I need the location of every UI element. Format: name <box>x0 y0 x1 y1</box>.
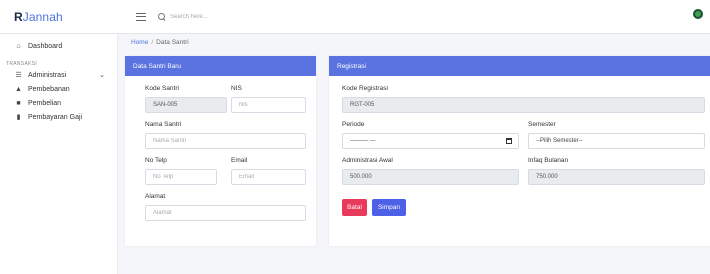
administrasi-awal-field: 500.000 <box>342 169 519 185</box>
sidebar: ⌂ Dashboard TRANSAKSI ☰ Administrasi ⌄ ▲… <box>0 34 118 274</box>
breadcrumb-home[interactable]: Home <box>131 39 148 46</box>
breadcrumb-separator: / <box>151 39 154 46</box>
kode-registrasi-field: RGT-005 <box>342 97 705 113</box>
search-bar <box>158 12 290 21</box>
save-button[interactable]: Simpan <box>372 199 406 216</box>
registrasi-form-card: Registrasi Kode Registrasi RGT-005 Perio… <box>329 56 710 246</box>
sidebar-item-pembayaran-gaji[interactable]: ▮ Pembayaran Gaji <box>0 110 117 124</box>
calendar-icon[interactable] <box>506 138 512 144</box>
kode-santri-label: Kode Santri <box>145 85 179 92</box>
kode-santri-field: SAN-005 <box>145 97 227 113</box>
sidebar-item-label: Dashboard <box>28 42 63 50</box>
ship-icon: ▲ <box>15 85 22 93</box>
email-input[interactable] <box>231 169 306 185</box>
sidebar-item-label: Pembebanan <box>28 85 70 93</box>
breadcrumb: Home / Data Santri <box>131 39 189 46</box>
sidebar-item-pembelian[interactable]: ■ Pembelian <box>0 96 117 110</box>
infaq-bulanan-field: 750.000 <box>528 169 705 185</box>
administrasi-awal-label: Administrasi Awal <box>342 157 393 164</box>
nis-label: NIS <box>231 85 242 92</box>
email-label: Email <box>231 157 248 164</box>
sidebar-item-dashboard[interactable]: ⌂ Dashboard <box>0 39 117 53</box>
periode-label: Periode <box>342 121 365 128</box>
semester-label: Semester <box>528 121 556 128</box>
nama-santri-input[interactable] <box>145 133 306 149</box>
chevron-down-icon[interactable]: ⌄ <box>99 71 105 79</box>
brand-logo[interactable]: RJannah <box>0 10 118 24</box>
sidebar-heading: TRANSAKSI <box>6 61 38 67</box>
santri-form-card: Data Santri Baru Kode Santri SAN-005 NIS… <box>125 56 316 246</box>
top-navbar: RJannah <box>0 0 710 34</box>
periode-date-input[interactable]: ——— — <box>342 133 519 149</box>
no-telp-label: No Telp <box>145 157 167 164</box>
search-icon[interactable] <box>158 12 166 21</box>
breadcrumb-current: Data Santri <box>156 39 189 46</box>
search-input[interactable] <box>170 13 290 20</box>
sidebar-item-label: Pembayaran Gaji <box>28 113 83 121</box>
periode-value: ——— — <box>350 138 376 144</box>
truck-icon: ■ <box>16 99 21 107</box>
list-icon: ☰ <box>15 72 22 79</box>
semester-select[interactable]: --Pilih Semester-- <box>528 133 705 149</box>
nama-santri-label: Nama Santri <box>145 121 182 128</box>
sidebar-item-label: Administrasi <box>28 71 67 79</box>
user-avatar[interactable] <box>693 9 703 19</box>
infaq-bulanan-label: Infaq Bulanan <box>528 157 569 164</box>
alamat-input[interactable] <box>145 205 306 221</box>
menu-toggle-icon[interactable] <box>136 12 146 21</box>
brand-name: Jannah <box>22 9 63 24</box>
nis-input[interactable] <box>231 97 306 113</box>
kode-registrasi-label: Kode Registrasi <box>342 85 388 92</box>
brand-initial: R <box>14 9 23 24</box>
card-title: Registrasi <box>329 56 710 76</box>
cancel-button[interactable]: Batal <box>342 199 367 216</box>
sidebar-item-pembebanan[interactable]: ▲ Pembebanan <box>0 82 117 96</box>
trash-icon: ▮ <box>16 114 21 121</box>
sidebar-item-administrasi[interactable]: ☰ Administrasi ⌄ <box>0 68 117 82</box>
sidebar-item-label: Pembelian <box>28 99 62 107</box>
alamat-label: Alamat <box>145 193 166 200</box>
no-telp-input[interactable] <box>145 169 217 185</box>
home-icon: ⌂ <box>16 42 21 50</box>
card-title: Data Santri Baru <box>125 56 316 76</box>
